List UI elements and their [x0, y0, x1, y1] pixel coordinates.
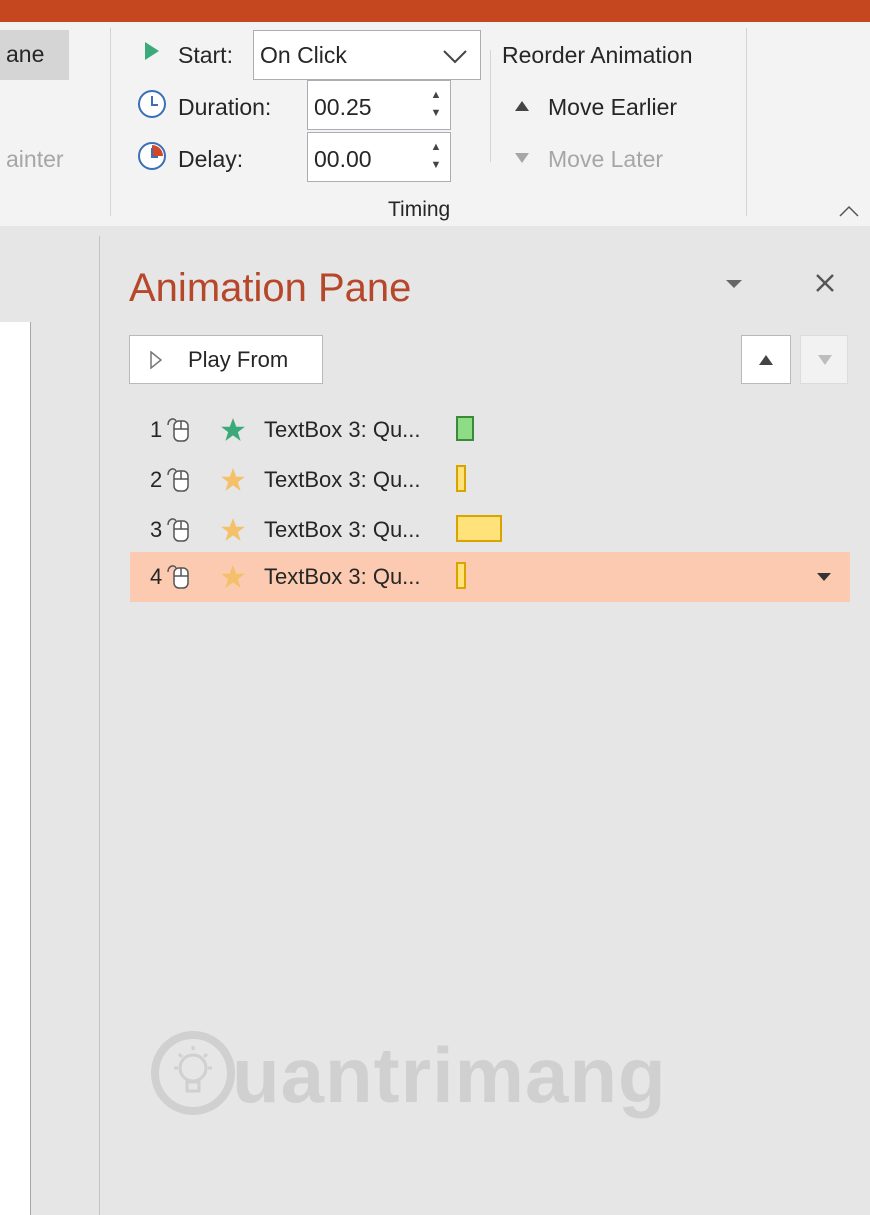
list-item[interactable]: 2 TextBox 3: Qu...	[130, 455, 850, 505]
star-icon	[221, 518, 245, 541]
item-label: TextBox 3: Qu...	[264, 564, 421, 589]
star-icon	[221, 565, 245, 588]
delay-label: Delay:	[178, 146, 244, 172]
ribbon-separator	[490, 50, 491, 162]
move-up-button[interactable]	[741, 335, 791, 384]
timing-bar[interactable]	[456, 465, 466, 492]
stepper-up-icon[interactable]: ▲	[430, 90, 442, 101]
move-later-label: Move Later	[548, 146, 664, 172]
item-dropdown-icon[interactable]	[816, 572, 832, 582]
mouse-click-icon	[167, 468, 189, 492]
chevron-down-icon	[443, 50, 467, 64]
item-number: 1	[150, 417, 163, 442]
item-label: TextBox 3: Qu...	[264, 417, 421, 442]
item-number: 4	[150, 564, 163, 589]
watermark-bulb-logo	[151, 1031, 235, 1115]
list-item[interactable]: 1 TextBox 3: Qu...	[130, 405, 850, 455]
move-down-button[interactable]	[800, 335, 848, 384]
item-number: 2	[150, 467, 163, 492]
play-from-button[interactable]: Play From	[129, 335, 323, 384]
delay-stepper[interactable]: 00.00 ▲ ▼	[307, 132, 451, 182]
timing-bar[interactable]	[456, 515, 502, 542]
reorder-animation-title: Reorder Animation	[502, 42, 693, 68]
timing-bar[interactable]	[456, 562, 466, 589]
list-item-selected[interactable]: 4 TextBox 3: Qu...	[130, 552, 850, 602]
animation-pane-button-label: ane	[6, 41, 45, 67]
animation-pane-button[interactable]: ane	[0, 30, 69, 80]
delay-value: 00.00	[314, 146, 372, 172]
animation-pane-title: Animation Pane	[129, 266, 412, 310]
star-icon	[221, 468, 245, 491]
mouse-click-icon	[167, 518, 189, 542]
window-accent-bar	[0, 0, 870, 22]
item-label: TextBox 3: Qu...	[264, 467, 421, 492]
move-later-button[interactable]: Move Later	[510, 138, 710, 178]
start-dropdown[interactable]: On Click	[253, 30, 481, 80]
list-item[interactable]: 3 TextBox 3: Qu...	[130, 505, 850, 555]
stepper-up-icon[interactable]: ▲	[430, 142, 442, 153]
animations-ribbon: ane ainter Start: On Click Duration: 00.…	[0, 22, 870, 227]
duration-value: 00.25	[314, 94, 372, 120]
play-icon	[150, 351, 162, 369]
start-label: Start:	[178, 42, 233, 68]
slide-canvas[interactable]	[0, 322, 31, 1215]
item-label: TextBox 3: Qu...	[264, 517, 421, 542]
collapse-ribbon-icon[interactable]	[838, 204, 860, 218]
start-play-icon	[145, 42, 159, 60]
triangle-down-icon	[515, 153, 529, 163]
timing-bar[interactable]	[456, 416, 474, 441]
triangle-down-icon	[818, 355, 832, 365]
timing-group-label: Timing	[388, 198, 451, 221]
delay-clock-icon	[138, 142, 166, 170]
ribbon-separator	[746, 28, 747, 216]
stepper-down-icon[interactable]: ▼	[430, 108, 442, 119]
triangle-up-icon	[759, 355, 773, 365]
start-dropdown-value: On Click	[260, 42, 347, 68]
triangle-up-icon	[515, 101, 529, 111]
star-icon	[221, 418, 245, 441]
pane-options-icon[interactable]	[724, 278, 744, 290]
mouse-click-icon	[167, 418, 189, 442]
mouse-click-icon	[167, 565, 189, 589]
close-icon[interactable]	[814, 272, 836, 294]
move-earlier-label: Move Earlier	[548, 94, 678, 120]
clock-icon	[138, 90, 166, 118]
stepper-down-icon[interactable]: ▼	[430, 160, 442, 171]
duration-stepper[interactable]: 00.25 ▲ ▼	[307, 80, 451, 130]
item-number: 3	[150, 517, 163, 542]
ribbon-separator	[110, 28, 111, 216]
watermark-text: uantrimang	[232, 1031, 667, 1119]
duration-label: Duration:	[178, 94, 272, 120]
move-earlier-button[interactable]: Move Earlier	[510, 86, 710, 126]
animation-painter-label: ainter	[6, 146, 64, 172]
play-from-label: Play From	[188, 347, 289, 372]
